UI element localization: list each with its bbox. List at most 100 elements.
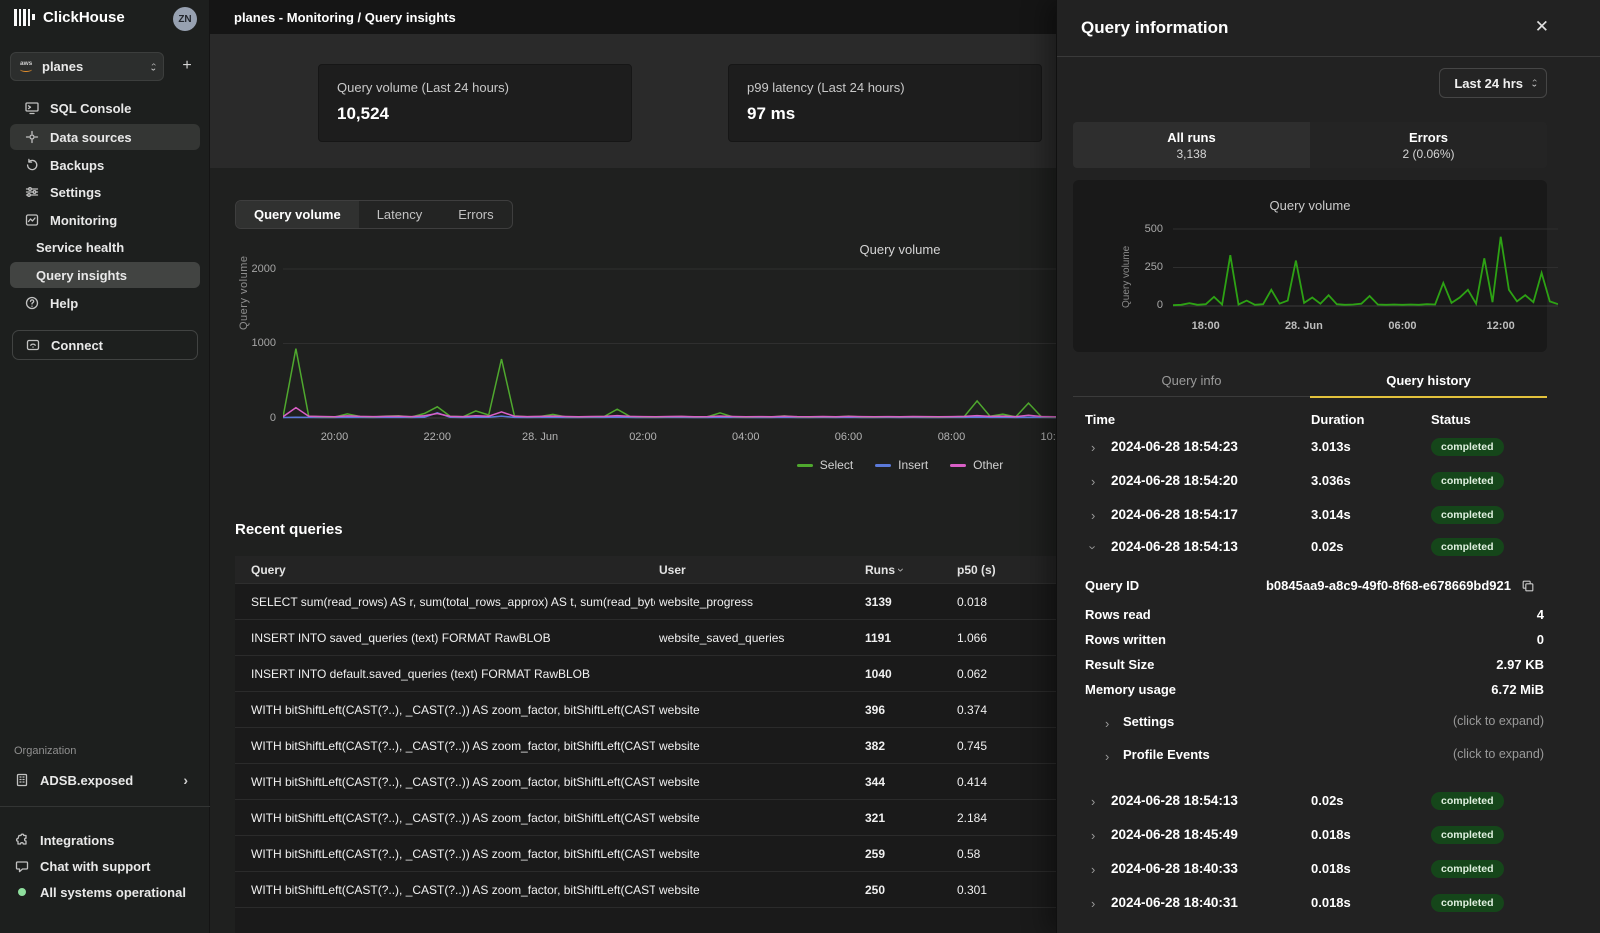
system-status-item[interactable]: All systems operational xyxy=(14,880,200,904)
user-avatar[interactable]: ZN xyxy=(173,7,197,31)
legend-swatch xyxy=(797,464,813,467)
service-name: planes xyxy=(42,59,144,74)
sidebar-item-data-sources[interactable]: Data sources xyxy=(10,124,200,150)
settings-expander[interactable]: › Settings (click to expand) xyxy=(1057,714,1600,734)
legend-swatch xyxy=(875,464,891,467)
x-tick-label: 22:00 xyxy=(423,431,451,443)
col-header-status: Status xyxy=(1431,412,1471,427)
history-row[interactable]: › 2024-06-28 18:40:31 0.018s completed xyxy=(1057,887,1600,921)
chevron-right-icon: › xyxy=(1105,716,1109,731)
sidebar-item-sql-console[interactable]: SQL Console xyxy=(10,95,200,121)
close-icon[interactable]: ✕ xyxy=(1535,17,1549,37)
aws-icon: aws xyxy=(19,61,34,72)
tab-all-runs[interactable]: All runs 3,138 xyxy=(1073,122,1310,168)
history-row[interactable]: › 2024-06-28 18:45:49 0.018s completed xyxy=(1057,819,1600,853)
sidebar: ClickHouse ZN aws planes ›› + SQL Consol… xyxy=(0,0,210,933)
stat-value: 10,524 xyxy=(337,104,613,124)
sidebar-item-query-insights[interactable]: Query insights xyxy=(10,262,200,288)
status-dot-icon xyxy=(18,888,26,896)
chevron-right-icon[interactable]: › xyxy=(1091,474,1095,489)
history-row[interactable]: › 2024-06-28 18:54:23 3.013s completed xyxy=(1057,431,1600,465)
chevron-right-icon[interactable]: › xyxy=(1091,440,1095,455)
legend-swatch xyxy=(950,464,966,467)
y-tick: 0 xyxy=(238,412,276,424)
copy-icon[interactable] xyxy=(1521,579,1535,593)
building-icon xyxy=(14,772,30,788)
tab-errors-summary[interactable]: Errors 2 (0.06%) xyxy=(1310,122,1547,168)
chevron-right-icon[interactable]: › xyxy=(1091,508,1095,523)
tab-query-history[interactable]: Query history xyxy=(1310,364,1547,396)
status-badge: completed xyxy=(1431,792,1504,810)
x-tick-label: 06:00 xyxy=(835,431,863,443)
history-row[interactable]: › 2024-06-28 18:54:20 3.036s completed xyxy=(1057,465,1600,499)
chevron-right-icon: › xyxy=(1105,749,1109,764)
sidebar-item-help[interactable]: Help xyxy=(10,290,200,316)
detail-row-query-id: Query ID b0845aa9-a8c9-49f0-8f68-e678669… xyxy=(1057,578,1600,596)
chevron-right-icon[interactable]: › xyxy=(1091,794,1095,809)
connect-icon xyxy=(25,337,41,353)
chevron-right-icon[interactable]: › xyxy=(1091,896,1095,911)
sidebar-item-integrations[interactable]: Integrations xyxy=(14,828,200,852)
chevron-right-icon[interactable]: › xyxy=(1091,862,1095,877)
status-badge: completed xyxy=(1431,506,1504,524)
legend-item[interactable]: Other xyxy=(950,458,1003,472)
stat-label: p99 latency (Last 24 hours) xyxy=(747,80,1023,95)
chevron-down-icon[interactable]: › xyxy=(1086,545,1101,549)
service-selector[interactable]: aws planes ›› xyxy=(10,52,164,81)
detail-row-rows-written: Rows written 0 xyxy=(1057,632,1600,650)
panel-header: Query information ✕ xyxy=(1057,0,1600,57)
col-header-runs[interactable]: Runs› xyxy=(865,563,957,577)
sidebar-item-settings[interactable]: Settings xyxy=(10,179,200,205)
clickhouse-logo-icon xyxy=(14,8,35,26)
chevron-right-icon[interactable]: › xyxy=(1091,828,1095,843)
mini-query-volume-chart[interactable] xyxy=(1173,222,1558,314)
chevron-updown-icon: ›› xyxy=(1533,78,1536,88)
y-tick: 2000 xyxy=(238,263,276,275)
tab-latency[interactable]: Latency xyxy=(359,201,441,228)
add-service-button[interactable]: + xyxy=(176,55,198,77)
legend-item[interactable]: Select xyxy=(797,458,853,472)
time-range-select[interactable]: Last 24 hrs ›› xyxy=(1439,68,1547,98)
tab-query-volume[interactable]: Query volume xyxy=(236,201,359,228)
stat-card-query-volume: Query volume (Last 24 hours) 10,524 xyxy=(318,64,632,142)
clickhouse-logo[interactable]: ClickHouse xyxy=(14,8,125,26)
sidebar-item-backups[interactable]: Backups xyxy=(10,152,200,178)
detail-row-result-size: Result Size 2.97 KB xyxy=(1057,657,1600,675)
puzzle-icon xyxy=(14,832,30,848)
x-tick-label: 28. Jun xyxy=(1285,320,1323,332)
sidebar-item-chat-support[interactable]: Chat with support xyxy=(14,854,200,878)
history-row[interactable]: › 2024-06-28 18:54:17 3.014s completed xyxy=(1057,499,1600,533)
y-tick: 250 xyxy=(1125,261,1163,273)
detail-row-rows-read: Rows read 4 xyxy=(1057,607,1600,625)
profile-events-expander[interactable]: › Profile Events (click to expand) xyxy=(1057,747,1600,767)
restore-icon xyxy=(24,157,40,173)
monitor-icon xyxy=(24,100,40,116)
x-tick-label: 02:00 xyxy=(629,431,657,443)
x-tick-label: 18:00 xyxy=(1192,320,1220,332)
legend-item[interactable]: Insert xyxy=(875,458,928,472)
legend-label: Insert xyxy=(898,458,928,472)
sliders-icon xyxy=(24,184,40,200)
history-row[interactable]: › 2024-06-28 18:54:13 0.02s completed xyxy=(1057,785,1600,819)
legend-label: Select xyxy=(820,458,853,472)
legend-label: Other xyxy=(973,458,1003,472)
col-header-query[interactable]: Query xyxy=(235,563,655,577)
sidebar-item-service-health[interactable]: Service health xyxy=(10,234,200,260)
sidebar-item-monitoring[interactable]: Monitoring xyxy=(10,207,200,233)
col-header-user[interactable]: User xyxy=(655,563,865,577)
history-row-expanded[interactable]: › 2024-06-28 18:54:13 0.02s completed xyxy=(1057,531,1600,565)
organization-item[interactable]: ADSB.exposed › xyxy=(14,768,196,792)
status-badge: completed xyxy=(1431,538,1504,556)
connect-button[interactable]: Connect xyxy=(12,330,198,360)
tab-errors[interactable]: Errors xyxy=(440,201,511,228)
x-tick-label: 06:00 xyxy=(1388,320,1416,332)
x-tick-label: 08:00 xyxy=(938,431,966,443)
organization-heading: Organization xyxy=(14,745,76,757)
brand-title: ClickHouse xyxy=(43,9,125,26)
history-row[interactable]: › 2024-06-28 18:40:33 0.018s completed xyxy=(1057,853,1600,887)
status-badge: completed xyxy=(1431,472,1504,490)
tab-query-info[interactable]: Query info xyxy=(1073,364,1310,396)
x-tick-label: 20:00 xyxy=(321,431,349,443)
status-badge: completed xyxy=(1431,438,1504,456)
detail-row-memory-usage: Memory usage 6.72 MiB xyxy=(1057,682,1600,700)
